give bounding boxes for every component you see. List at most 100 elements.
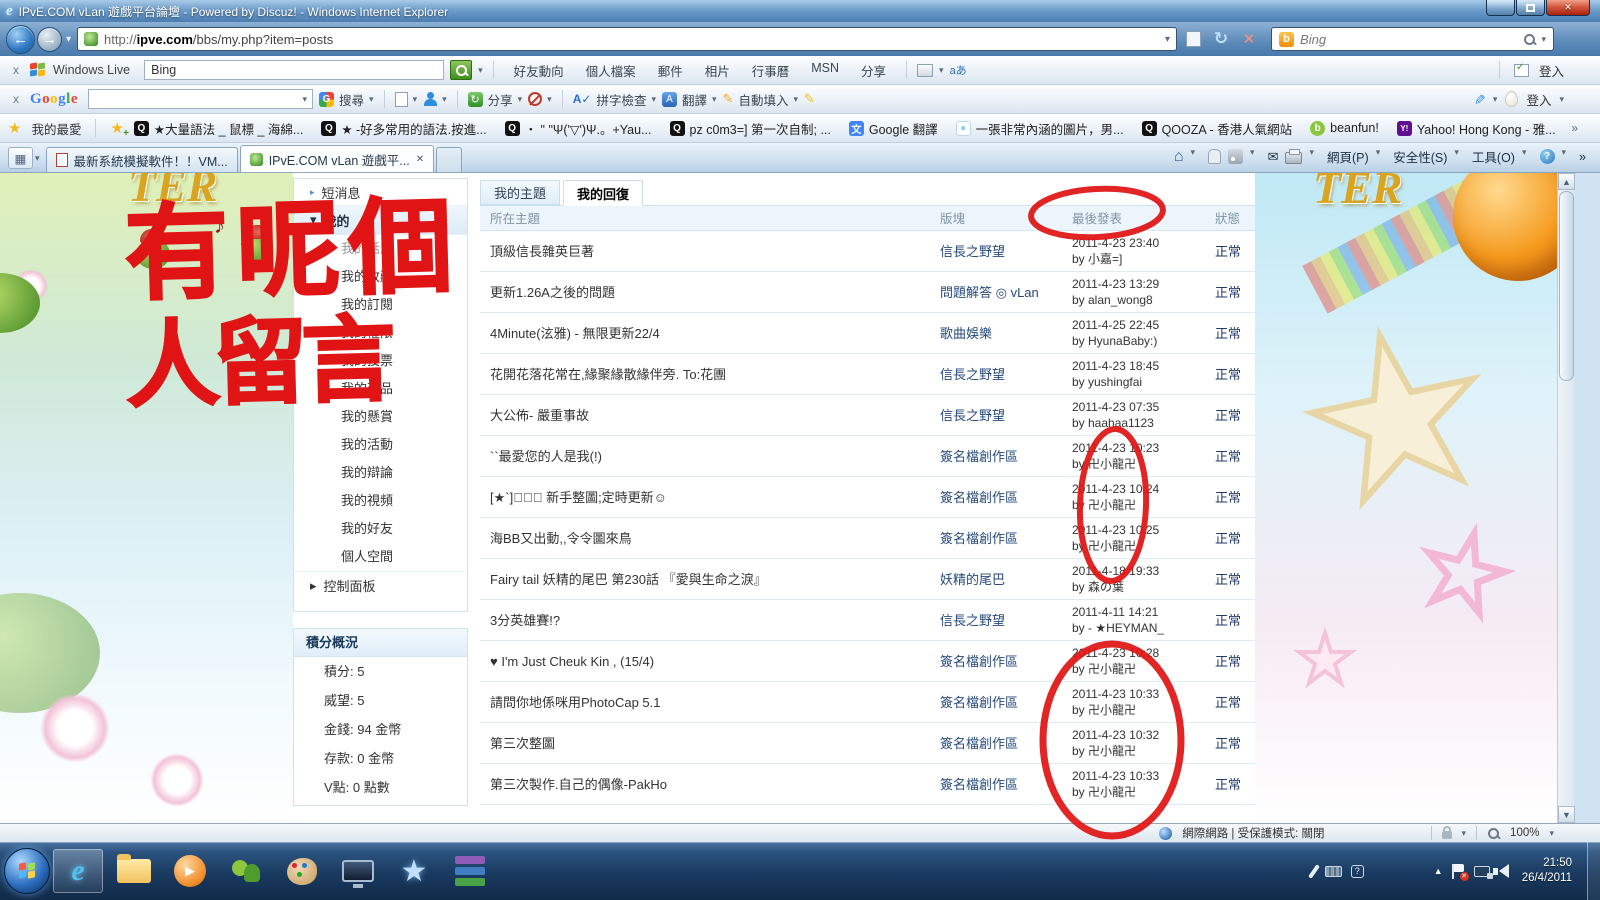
toolbar-options-arrow-icon[interactable]: ▾ (939, 65, 944, 76)
scroll-down-icon[interactable]: ▼ (1558, 806, 1575, 823)
close-tab-icon[interactable]: ✕ (416, 154, 424, 165)
last-post-author[interactable]: by HyunaBaby:) (1072, 333, 1159, 349)
taskbar-explorer-button[interactable] (109, 849, 159, 893)
taskbar-star-app-button[interactable]: ★ (389, 849, 439, 893)
tab-my-replies[interactable]: 我的回復 (563, 180, 643, 206)
safety-menu[interactable]: 安全性(S) (1393, 147, 1447, 166)
taskbar-messenger-button[interactable] (221, 849, 271, 893)
sidebar-item[interactable]: 我的懸賞 (294, 403, 467, 431)
topic-link[interactable]: 第三次製作.自己的偶像-PakHo (490, 764, 667, 805)
recent-pages-arrow-icon[interactable]: ▾ (66, 34, 71, 45)
sidebar-item[interactable]: 我的權限 (294, 319, 467, 347)
sidebar-item[interactable]: 我的話題 (294, 235, 467, 263)
stop-button[interactable]: ✕ (1237, 27, 1261, 51)
tray-expand-icon[interactable]: ▲ (1434, 866, 1443, 876)
last-post-author[interactable]: by 卍小龍卍 (1072, 743, 1159, 759)
zone-arrow-icon[interactable]: ▾ (1462, 828, 1467, 839)
live-signin-button[interactable]: 登入 (1539, 61, 1564, 80)
google-search-history-icon[interactable]: ▾ (302, 94, 307, 105)
forum-link[interactable]: 簽名檔創作區 (940, 764, 1018, 805)
tab-list-arrow-icon[interactable]: ▾ (35, 153, 40, 164)
pagerank-button[interactable]: ▾ (395, 92, 418, 107)
ime-help-icon[interactable]: ? (1351, 865, 1364, 878)
taskbar-paint-button[interactable] (277, 849, 327, 893)
topic-link[interactable]: 更新1.26A之後的問題 (490, 272, 615, 313)
network-icon[interactable] (1474, 866, 1490, 877)
google-signin-button[interactable]: 登入 (1526, 90, 1551, 109)
taskbar-ie-button[interactable]: e (53, 849, 103, 893)
egg-icon[interactable] (1505, 91, 1518, 107)
close-google-toolbar-button[interactable]: x (8, 92, 24, 106)
favorite-item[interactable]: ● 一張非常內涵的圖片，男... (956, 119, 1124, 138)
help-icon[interactable]: ? (1540, 149, 1555, 164)
topic-link[interactable]: 請問你地係咪用PhotoCap 5.1 (490, 682, 661, 723)
toolbar-options-icon[interactable] (917, 64, 933, 77)
last-post-author[interactable]: by 森の葉 (1072, 579, 1159, 595)
favorite-item[interactable]: Q ★大量語法 _ 鼠標 _ 海綿... (134, 119, 303, 138)
close-button[interactable]: ✕ (1546, 0, 1590, 16)
forum-link[interactable]: 簽名檔創作區 (940, 518, 1018, 559)
topic-link[interactable]: Fairy tail 妖精的尾巴 第230話 『愛與生命之淚』 (490, 559, 767, 600)
url-dropdown-icon[interactable]: ▾ (1165, 34, 1170, 45)
favorite-item[interactable]: Y! Yahoo! Hong Kong - 雅... (1397, 119, 1556, 138)
compatibility-view-icon[interactable] (1186, 31, 1201, 47)
favorites-overflow-icon[interactable]: » (1571, 121, 1592, 135)
maximize-button[interactable] (1516, 0, 1545, 16)
feeds-icon[interactable] (1228, 149, 1243, 164)
favorite-item[interactable]: 文 Google 翻譯 (849, 119, 938, 138)
translate-button[interactable]: A翻譯▾ (662, 90, 717, 109)
topic-link[interactable]: 海BB又出動,,令令圖來鳥 (490, 518, 632, 559)
topic-link[interactable]: ``最愛您的人是我(!) (490, 436, 602, 477)
tab-vm[interactable]: 最新系統模擬軟件！！VM... (46, 147, 238, 172)
favorite-item[interactable]: b beanfun! (1310, 121, 1379, 136)
forum-link[interactable]: 信長之野望 (940, 354, 1005, 395)
forum-link[interactable]: 問題解答 ◎ vLan (940, 272, 1039, 313)
live-toolbar-link[interactable]: 好友動向 (514, 61, 564, 80)
highlighter-icon[interactable]: ✎ (1471, 93, 1488, 105)
print-icon[interactable] (1285, 152, 1302, 164)
scrollbar[interactable]: ▲ ▼ (1557, 173, 1574, 823)
forum-link[interactable]: 簽名檔創作區 (940, 641, 1018, 682)
google-search-button[interactable]: G搜尋▾ (319, 90, 374, 109)
forum-link[interactable]: 妖精的尾巴 (940, 559, 1005, 600)
topic-link[interactable]: 頂級信長雜英巨著 (490, 231, 594, 272)
address-bar[interactable]: http://ipve.com/bbs/my.php?item=posts ▾ (77, 27, 1177, 51)
pen-tray-icon[interactable] (1308, 864, 1320, 879)
zoom-level[interactable]: 100% (1510, 827, 1539, 839)
refresh-button[interactable]: ↻ (1209, 27, 1233, 51)
last-post-author[interactable]: by 卍小龍卍 (1072, 784, 1159, 800)
last-post-author[interactable]: by 小嘉=] (1072, 251, 1159, 267)
hand-icon[interactable] (1208, 149, 1221, 164)
forum-link[interactable]: 簽名檔創作區 (940, 477, 1018, 518)
live-search-arrow-icon[interactable]: ▾ (478, 65, 483, 76)
live-search-input[interactable]: Bing (144, 60, 444, 80)
sidebar-item[interactable]: 我的收藏 (294, 263, 467, 291)
sidebar-item[interactable]: 我的商品 (294, 375, 467, 403)
new-tab-button[interactable] (436, 147, 462, 172)
topic-link[interactable]: 第三次整圖 (490, 723, 555, 764)
last-post-author[interactable]: by alan_wong8 (1072, 292, 1159, 308)
topic-link[interactable]: ♥ I'm Just Cheuk Kin , (15/4) (490, 641, 654, 682)
live-toolbar-link[interactable]: 相片 (705, 61, 730, 80)
topic-link[interactable]: 4Minute(泫雅) - 無限更新22/4 (490, 313, 660, 354)
sidebar-item[interactable]: 個人空間 (294, 543, 467, 571)
tools-menu[interactable]: 工具(O) (1472, 147, 1515, 166)
live-toolbar-link[interactable]: 郵件 (658, 61, 683, 80)
sidebar-item-messages[interactable]: ▸ 短消息 (294, 179, 467, 206)
read-mail-icon[interactable]: ✉ (1268, 149, 1279, 165)
live-toolbar-link[interactable]: 分享 (861, 61, 886, 80)
last-post-author[interactable]: by haahaa1123 (1072, 415, 1159, 431)
forum-link[interactable]: 信長之野望 (940, 395, 1005, 436)
live-search-button[interactable] (450, 60, 472, 80)
favorites-label[interactable]: 我的最愛 (31, 119, 81, 138)
live-toolbar-link[interactable]: 行事曆 (752, 61, 790, 80)
sidebar-section-my[interactable]: ▾ 我的 (294, 206, 467, 235)
taskbar-remote-desktop-button[interactable] (333, 849, 383, 893)
search-options-arrow-icon[interactable]: ▾ (1542, 34, 1547, 45)
sidebar-item[interactable]: 我的投票 (294, 347, 467, 375)
live-toolbar-link[interactable]: MSN (811, 61, 839, 80)
taskbar-media-player-button[interactable]: ▶ (165, 849, 215, 893)
favorite-item[interactable]: Q ・ " "Ψ('▽')Ψ.。+Yau... (505, 119, 652, 138)
sidebar-item[interactable]: 我的好友 (294, 515, 467, 543)
quick-tabs-button[interactable]: ▦ (8, 147, 33, 169)
